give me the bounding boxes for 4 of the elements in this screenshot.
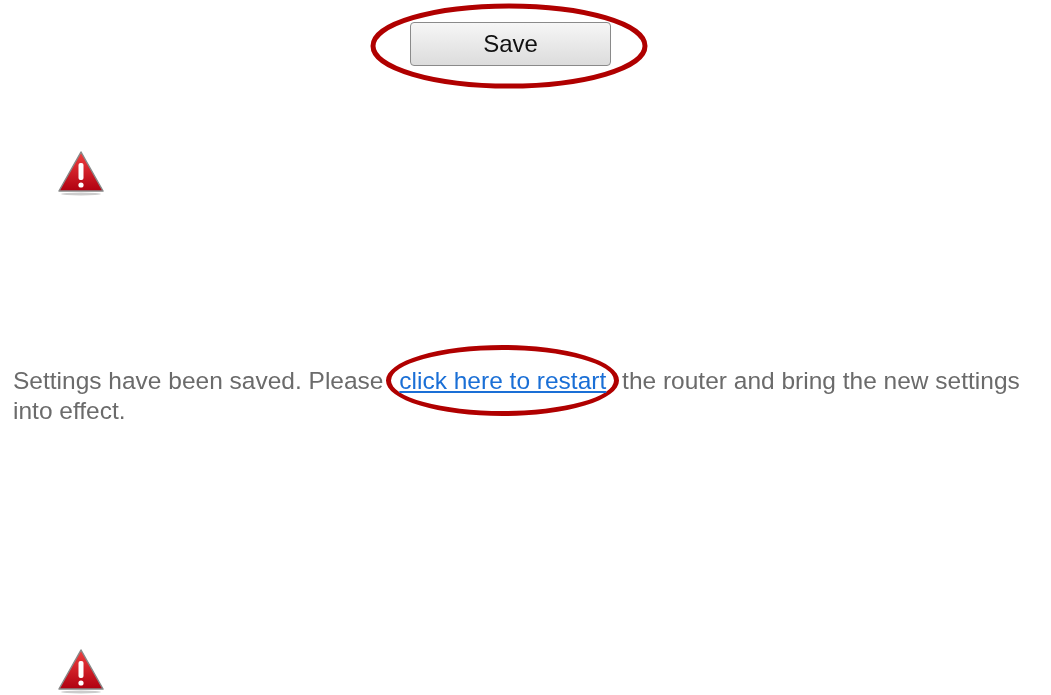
restart-link[interactable]: click here to restart (386, 345, 620, 416)
save-button[interactable]: Save (410, 22, 611, 66)
warning-icon (57, 648, 105, 694)
warning-icon (57, 150, 105, 196)
